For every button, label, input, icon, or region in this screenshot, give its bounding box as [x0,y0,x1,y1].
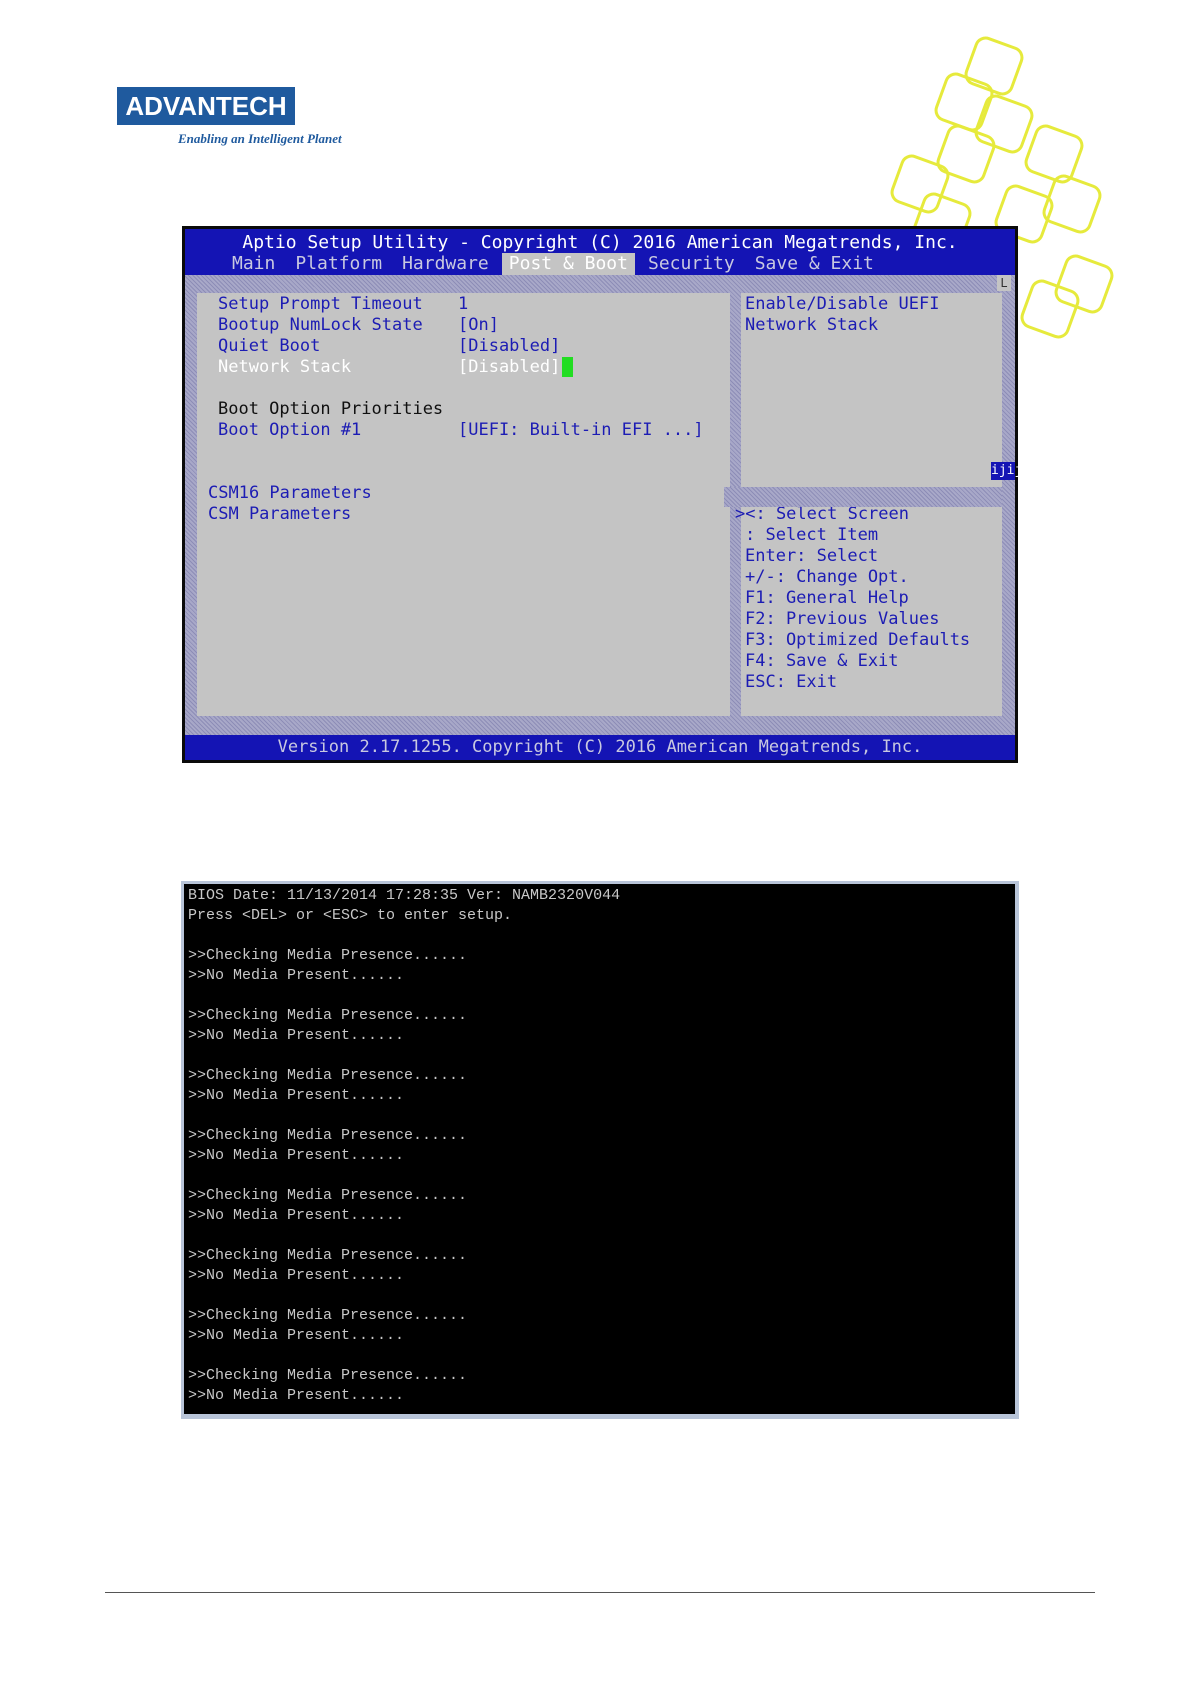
checking-media-line: >>Checking Media Presence...... [188,1247,468,1264]
key-help-esc: ESC: Exit [745,672,838,692]
bios-footer: Version 2.17.1255. Copyright (C) 2016 Am… [277,737,923,757]
setup-prompt-line: Press <DEL> or <ESC> to enter setup. [188,907,513,924]
text-cursor [562,357,574,377]
help-divider [724,487,1002,507]
no-media-line: >>No Media Present...... [188,1267,405,1284]
checking-media-line: >>Checking Media Presence...... [188,1067,468,1084]
boot-priorities-heading: Boot Option Priorities [218,399,444,419]
checking-media-line: >>Checking Media Presence...... [188,1367,468,1384]
setting-value-network-stack[interactable]: [Disabled] [458,357,560,377]
logo-brand: ADVANTECH [125,91,287,121]
key-help-f1: F1: General Help [745,588,909,608]
tab-post-boot[interactable]: Post & Boot [501,253,635,275]
checking-media-line: >>Checking Media Presence...... [188,947,468,964]
logo-tagline: Enabling an Intelligent Planet [178,131,342,146]
setting-value-setup-prompt-timeout[interactable]: 1 [458,293,468,315]
footer-rule [105,1592,1095,1593]
setting-value-network-stack-row[interactable]: [Disabled] [458,356,574,378]
bios-date-line: BIOS Date: 11/13/2014 17:28:35 Ver: NAMB… [188,887,621,904]
post-screen-screenshot: BIOS Date: 11/13/2014 17:28:35 Ver: NAMB… [181,881,1019,1419]
no-media-line: >>No Media Present...... [188,1327,405,1344]
bios-title: Aptio Setup Utility - Copyright (C) 2016… [242,232,958,253]
scrollbar-top-marker[interactable]: L [997,275,1011,291]
no-media-line: >>No Media Present...... [188,1387,405,1404]
bios-tab-bar: Main Platform Hardware Post & Boot Security S… [225,253,887,275]
key-help-f2: F2: Previous Values [745,609,940,629]
checking-media-line: >>Checking Media Presence...... [188,1187,468,1204]
submenu-csm16-parameters[interactable]: CSM16 Parameters [208,482,372,504]
bios-work-area: Setup Prompt Timeout 1 Bootup NumLock St… [185,275,1015,735]
bios-setup-screenshot: Aptio Setup Utility - Copyright (C) 2016… [182,226,1022,763]
tab-security[interactable]: Security [641,253,742,275]
no-media-line: >>No Media Present...... [188,1027,405,1044]
setting-label-network-stack[interactable]: Network Stack [218,356,351,378]
checking-media-line: >>Checking Media Presence...... [188,1127,468,1144]
scrollbar-thumb[interactable]: ijij [991,462,1022,480]
bios-screen: Aptio Setup Utility - Copyright (C) 2016… [185,229,1022,760]
setting-label-quiet-boot[interactable]: Quiet Boot [218,335,320,357]
tab-main[interactable]: Main [225,253,282,275]
tab-platform[interactable]: Platform [288,253,389,275]
setting-value-quiet-boot[interactable]: [Disabled] [458,335,560,357]
advantech-logo: ADVANTECH [117,87,295,125]
checking-media-line: >>Checking Media Presence...... [188,1307,468,1324]
no-media-line: >>No Media Present...... [188,967,405,984]
key-help-change-opt: +/-: Change Opt. [745,567,909,587]
key-help-f4: F4: Save & Exit [745,651,899,671]
key-help-select-item: : Select Item [745,525,879,545]
no-media-line: >>No Media Present...... [188,1087,405,1104]
setting-label-setup-prompt-timeout[interactable]: Setup Prompt Timeout [218,293,423,315]
tab-save-exit[interactable]: Save & Exit [748,253,881,275]
help-text-line-1: Enable/Disable UEFI [745,294,940,314]
no-media-line: >>No Media Present...... [188,1147,405,1164]
boot-option-1-value[interactable]: [UEFI: Built-in EFI ...] [458,419,704,441]
boot-option-1-label[interactable]: Boot Option #1 [218,419,361,441]
setting-label-numlock-state[interactable]: Bootup NumLock State [218,314,423,336]
key-help-enter: Enter: Select [745,546,879,566]
checking-media-line: >>Checking Media Presence...... [188,1007,468,1024]
tab-hardware[interactable]: Hardware [395,253,496,275]
settings-panel: Setup Prompt Timeout 1 Bootup NumLock St… [197,293,730,716]
setting-value-numlock-state[interactable]: [On] [458,314,499,336]
submenu-csm-parameters[interactable]: CSM Parameters [208,503,351,525]
post-terminal: BIOS Date: 11/13/2014 17:28:35 Ver: NAMB… [184,884,1015,1414]
help-text-line-2: Network Stack [745,315,879,335]
no-media-line: >>No Media Present...... [188,1207,405,1224]
key-help-f3: F3: Optimized Defaults [745,630,971,650]
